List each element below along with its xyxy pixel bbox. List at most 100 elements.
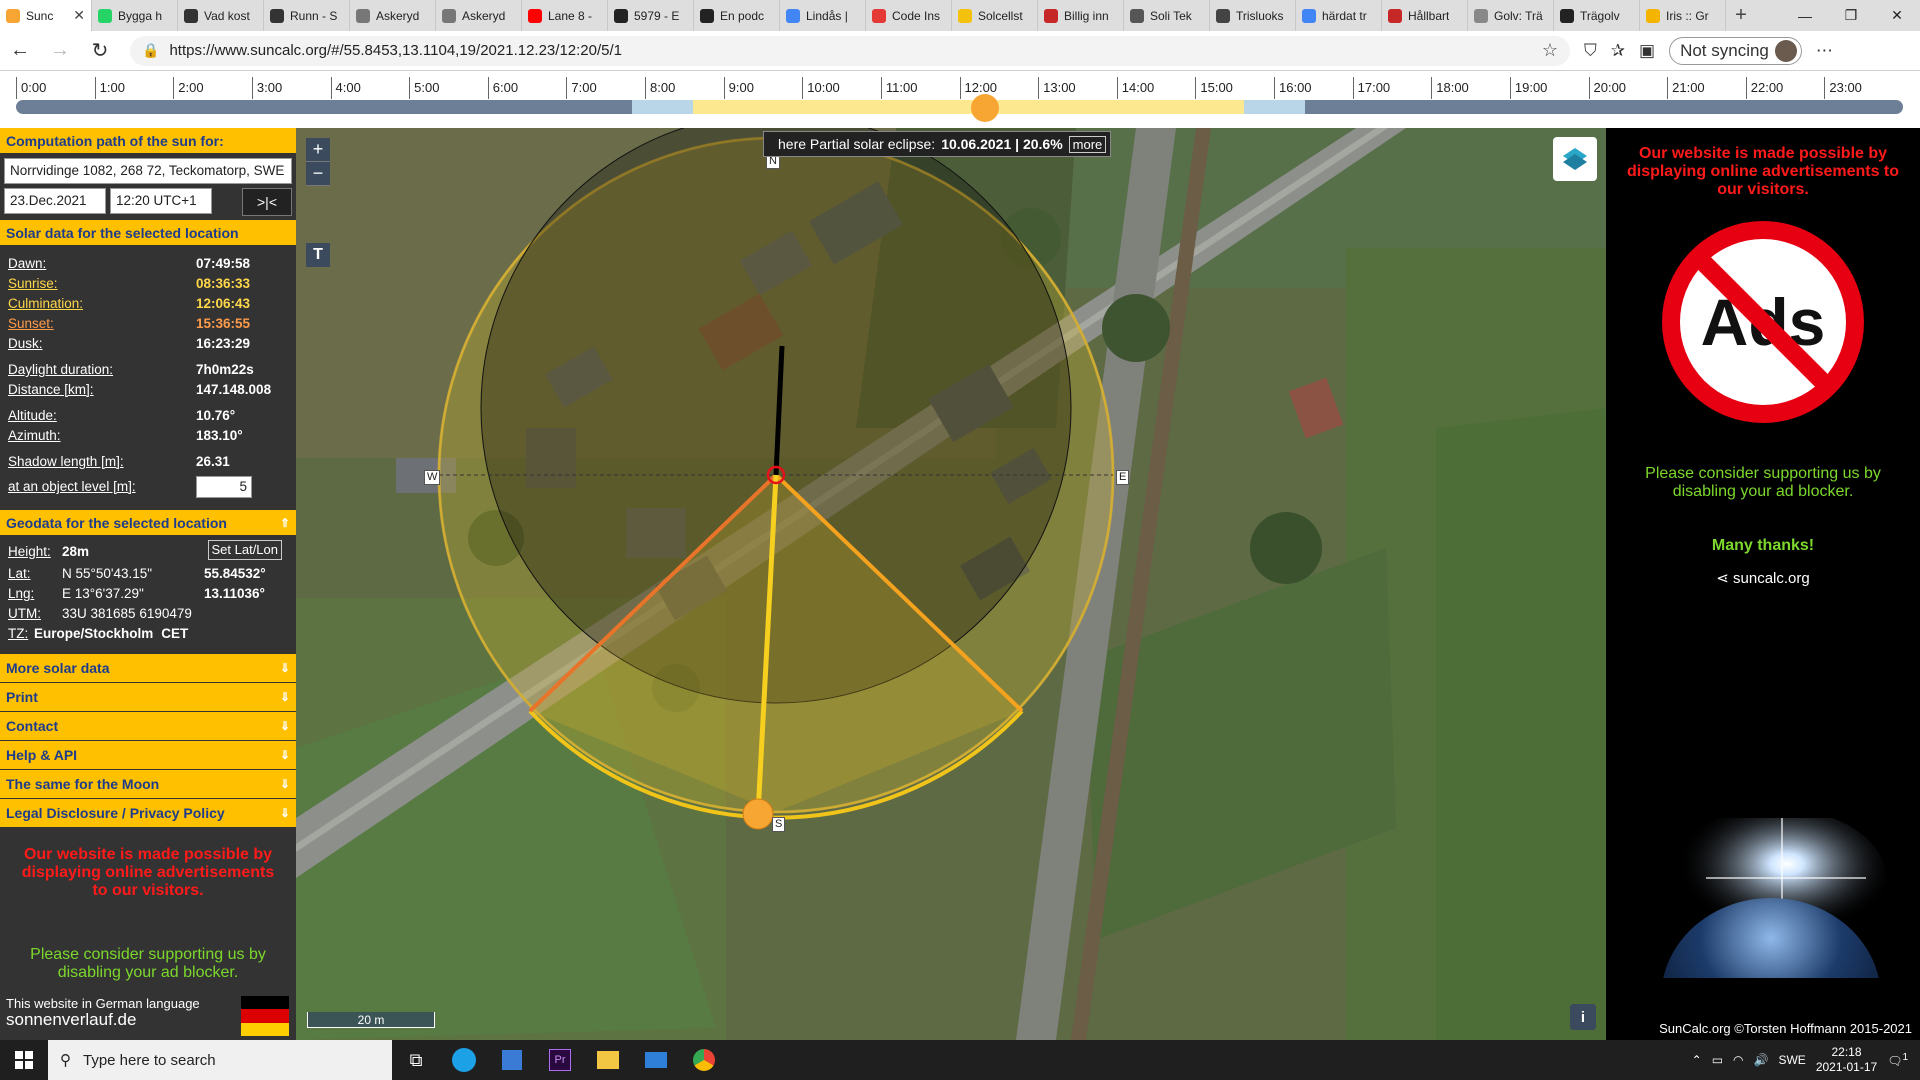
sync-profile-button[interactable]: Not syncing: [1669, 36, 1802, 65]
browser-tab[interactable]: Sunc ✕: [0, 0, 92, 31]
solar-data-label[interactable]: Sunrise:: [8, 274, 196, 294]
solar-data-label[interactable]: Azimuth:: [8, 426, 196, 446]
solar-data-row: Azimuth: 183.10°: [0, 426, 296, 446]
solar-data-label[interactable]: Distance [km]:: [8, 380, 196, 400]
mail-icon[interactable]: [632, 1040, 680, 1080]
sun-position-marker[interactable]: [742, 798, 774, 830]
layers-button[interactable]: [1553, 137, 1597, 181]
browser-tab[interactable]: Askeryd: [436, 0, 522, 31]
browser-tab[interactable]: Runn - S: [264, 0, 350, 31]
language-indicator[interactable]: SWE: [1778, 1053, 1805, 1067]
address-input[interactable]: Norrvidinge 1082, 268 72, Teckomatorp, S…: [4, 158, 292, 184]
day-timeline-track[interactable]: [16, 100, 1903, 114]
solar-data-label[interactable]: Dusk:: [8, 334, 196, 354]
info-button[interactable]: i: [1570, 1004, 1596, 1030]
satellite-map[interactable]: N S E W: [296, 128, 1606, 1040]
browser-tab[interactable]: Iris :: Gr: [1640, 0, 1726, 31]
set-lat-lon-button[interactable]: Set Lat/Lon: [207, 540, 282, 560]
browser-tab[interactable]: härdat tr: [1296, 0, 1382, 31]
text-toggle-button[interactable]: T: [306, 243, 330, 267]
tab-favicon-icon: [1130, 8, 1144, 23]
chrome-icon[interactable]: [680, 1040, 728, 1080]
reload-button[interactable]: ↻: [80, 31, 120, 71]
back-button[interactable]: ←: [0, 31, 40, 71]
menu-item[interactable]: Print ⇓: [0, 683, 296, 712]
browser-tab[interactable]: Billig inn: [1038, 0, 1124, 31]
volume-icon[interactable]: 🔊: [1754, 1053, 1769, 1067]
new-tab-button[interactable]: +: [1726, 0, 1756, 31]
menu-item[interactable]: The same for the Moon ⇓: [0, 770, 296, 799]
collections-icon[interactable]: ▣: [1639, 41, 1655, 61]
extension-icon[interactable]: ⛉: [1584, 41, 1597, 61]
menu-item[interactable]: Help & API ⇓: [0, 741, 296, 770]
hour-label: 15:00: [1195, 77, 1233, 99]
browser-tab[interactable]: En podc: [694, 0, 780, 31]
premiere-icon[interactable]: Pr: [536, 1040, 584, 1080]
tab-label: Billig inn: [1064, 8, 1109, 23]
address-bar[interactable]: 🔒 https://www.suncalc.org/#/55.8453,13.1…: [130, 35, 1570, 66]
ad-notice-text: Our website is made possible by displayi…: [21, 846, 275, 899]
solar-data-label[interactable]: Sunset:: [8, 314, 196, 334]
taskbar-search[interactable]: ⚲ Type here to search: [48, 1040, 392, 1080]
german-site-link[interactable]: This website in German language sonnenve…: [6, 996, 200, 1028]
menu-item[interactable]: More solar data ⇓: [0, 654, 296, 683]
zoom-in-button[interactable]: +: [306, 138, 330, 162]
geodata-header[interactable]: Geodata for the selected location ⇑: [0, 510, 296, 536]
solar-data-label[interactable]: Daylight duration:: [8, 360, 196, 380]
minimize-button[interactable]: —: [1782, 0, 1828, 31]
close-window-button[interactable]: ✕: [1874, 0, 1920, 31]
clock[interactable]: 22:18 2021-01-17: [1816, 1045, 1877, 1075]
eclipse-more-button[interactable]: more: [1068, 135, 1107, 153]
hour-label: 20:00: [1588, 77, 1626, 99]
solar-data-value: 147.148.008: [196, 382, 272, 397]
browser-tab[interactable]: Golv: Trä: [1468, 0, 1554, 31]
wifi-icon[interactable]: ◠: [1733, 1053, 1743, 1067]
solar-data-label[interactable]: Culmination:: [8, 294, 196, 314]
menu-item[interactable]: Legal Disclosure / Privacy Policy ⇓: [0, 799, 296, 828]
restore-button[interactable]: ❐: [1828, 0, 1874, 31]
start-button[interactable]: [0, 1040, 48, 1080]
url-text[interactable]: https://www.suncalc.org/#/55.8453,13.110…: [169, 42, 622, 59]
share-link[interactable]: ⋖ suncalc.org: [1606, 569, 1920, 587]
tz-abbr: CET: [161, 626, 189, 641]
settings-more-icon[interactable]: ⋯: [1816, 41, 1833, 61]
solar-data-label[interactable]: Dawn:: [8, 254, 196, 274]
browser-tab[interactable]: Trägolv: [1554, 0, 1640, 31]
browser-tab[interactable]: Lindås |: [780, 0, 866, 31]
browser-tab[interactable]: Lane 8 -: [522, 0, 608, 31]
forward-button[interactable]: →: [40, 31, 80, 71]
store-icon[interactable]: [488, 1040, 536, 1080]
utm-label: UTM:: [8, 606, 41, 621]
german-flag-icon[interactable]: [241, 996, 289, 1036]
swap-button[interactable]: >|<: [242, 188, 292, 216]
browser-tab[interactable]: Vad kost: [178, 0, 264, 31]
browser-tab[interactable]: Askeryd: [350, 0, 436, 31]
browser-tab[interactable]: Solcellst: [952, 0, 1038, 31]
date-input[interactable]: 23.Dec.2021: [4, 188, 106, 214]
favorites-icon[interactable]: ✰: [1611, 41, 1625, 61]
browser-tab[interactable]: 5979 - E: [608, 0, 694, 31]
time-slider-handle[interactable]: [971, 94, 1000, 122]
notifications-icon[interactable]: 🗨1: [1887, 1052, 1908, 1068]
zoom-out-button[interactable]: −: [306, 162, 330, 186]
close-tab-icon[interactable]: ✕: [73, 7, 85, 24]
time-slider[interactable]: 0:00 1:00 2:00 3:00 4:00 5:00 6:00 7:00 8:00 9:00…: [0, 71, 1920, 128]
german-site-url[interactable]: sonnenverlauf.de: [6, 1011, 200, 1028]
solar-data-label[interactable]: Altitude:: [8, 406, 196, 426]
favorite-star-icon[interactable]: ☆: [1542, 40, 1558, 61]
browser-tab[interactable]: Bygga h: [92, 0, 178, 31]
map-canvas[interactable]: [296, 128, 1606, 1040]
task-view-icon[interactable]: ⧉: [392, 1040, 440, 1080]
hour-label: 2:00: [173, 77, 204, 99]
tray-chevron-icon[interactable]: ⌃: [1692, 1053, 1702, 1067]
file-explorer-icon[interactable]: [584, 1040, 632, 1080]
browser-tab[interactable]: Hållbart: [1382, 0, 1468, 31]
object-level-input[interactable]: 5: [196, 476, 252, 498]
edge-icon[interactable]: [440, 1040, 488, 1080]
browser-tab[interactable]: Code Ins: [866, 0, 952, 31]
network-icon[interactable]: ▭: [1712, 1053, 1723, 1067]
browser-tab[interactable]: Trisluoks: [1210, 0, 1296, 31]
menu-item[interactable]: Contact ⇓: [0, 712, 296, 741]
time-input[interactable]: 12:20 UTC+1: [110, 188, 212, 214]
browser-tab[interactable]: Soli Tek: [1124, 0, 1210, 31]
